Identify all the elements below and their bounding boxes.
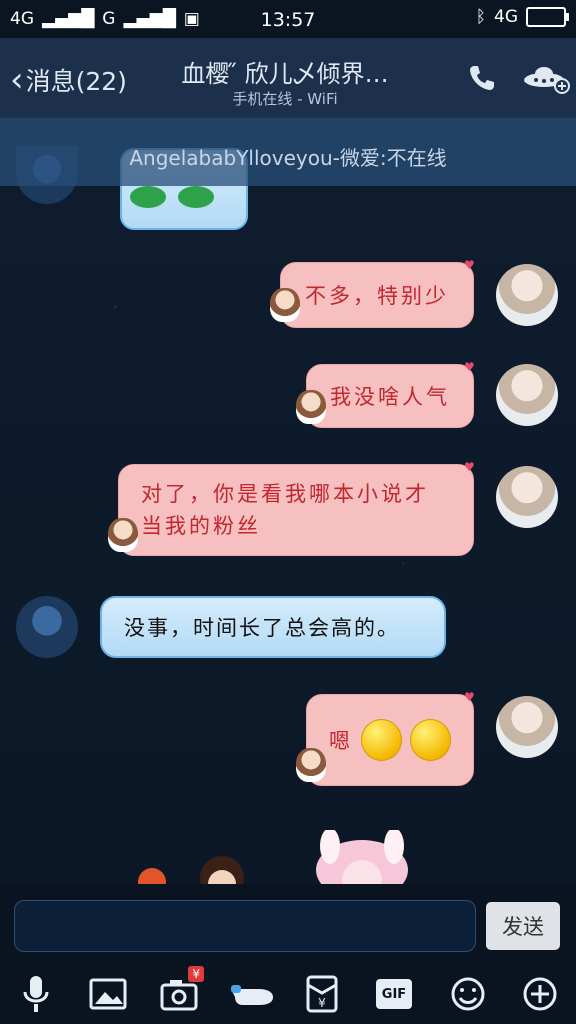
back-button[interactable]: ‹ 消息(22)	[10, 62, 127, 98]
status-banner[interactable]: AngelababYlloveyou-微爱:不在线	[0, 118, 576, 186]
anime-character-decoration	[138, 828, 408, 900]
red-badge: ¥	[188, 966, 204, 982]
self-avatar[interactable]	[496, 466, 558, 528]
send-button[interactable]: 发送	[486, 902, 560, 950]
back-label: 消息(22)	[25, 67, 127, 96]
contact-avatar[interactable]	[16, 596, 78, 658]
message-bubble-sent[interactable]: 嗯	[306, 694, 474, 786]
gif-icon[interactable]: GIF	[372, 972, 416, 1016]
message-bubble-sent[interactable]: 对了，你是看我哪本小说才当我的粉丝	[118, 464, 474, 556]
blush-emoji-icon	[410, 719, 451, 761]
chat-header: ‹ 消息(22) 血樱 ̋ 欣儿乄倾界… 手机在线 - WiFi	[0, 38, 576, 118]
heart-icon: ♥	[464, 360, 475, 374]
message-text: 嗯	[329, 729, 353, 753]
message-text: 不多，特别少	[305, 284, 449, 308]
red-packet-icon[interactable]: ¥	[300, 972, 344, 1016]
clover-sticker	[178, 186, 214, 208]
composer-bar: 发送	[0, 884, 576, 962]
self-avatar[interactable]	[496, 264, 558, 326]
blush-emoji-icon	[361, 719, 402, 761]
finger-icon[interactable]	[228, 972, 278, 1016]
bluetooth-icon: ᛒ	[475, 7, 486, 27]
bubble-girl-decoration	[296, 748, 326, 782]
battery-icon	[526, 7, 569, 27]
camera-icon[interactable]: ¥	[158, 966, 204, 1016]
message-bubble-sent[interactable]: 不多，特别少	[280, 262, 474, 328]
status-right: ᛒ 4G	[475, 7, 569, 27]
input-toolbar: ¥ ¥ GIF	[0, 962, 576, 1024]
message-bubble-received[interactable]: 没事，时间长了总会高的。	[100, 596, 446, 658]
phone-icon[interactable]	[466, 62, 498, 94]
heart-icon: ♥	[464, 690, 475, 704]
ufo-icon[interactable]	[522, 62, 570, 94]
gif-label: GIF	[376, 979, 412, 1009]
chat-subtitle: 手机在线 - WiFi	[232, 90, 338, 108]
bubble-girl-decoration	[270, 288, 300, 322]
plus-icon[interactable]	[518, 972, 562, 1016]
bubble-girl-decoration	[296, 390, 326, 424]
heart-icon: ♥	[464, 460, 475, 474]
mic-icon[interactable]	[14, 972, 58, 1016]
message-text: 对了，你是看我哪本小说才当我的粉丝	[141, 482, 429, 538]
status-bar: 4G ▂▄▆█ G ▂▄▆█ ▣ 13:57 ᛒ 4G	[0, 0, 576, 38]
input-decoration	[0, 828, 576, 900]
chat-title: 血樱 ̋ 欣儿乄倾界…	[181, 60, 389, 88]
message-input[interactable]	[14, 900, 476, 952]
bubble-girl-decoration	[108, 518, 138, 552]
chevron-left-icon: ‹	[10, 60, 24, 100]
network-type-3: 4G	[494, 7, 518, 27]
self-avatar[interactable]	[496, 696, 558, 758]
message-text: 没事，时间长了总会高的。	[124, 616, 400, 640]
clover-sticker	[130, 186, 166, 208]
message-text: 我没啥人气	[330, 385, 450, 409]
image-icon[interactable]	[86, 972, 130, 1016]
self-avatar[interactable]	[496, 364, 558, 426]
message-bubble-sent[interactable]: 我没啥人气	[306, 364, 474, 428]
banner-text: AngelababYlloveyou-微爱:不在线	[129, 146, 447, 170]
heart-icon: ♥	[464, 258, 475, 272]
svg-text:¥: ¥	[318, 996, 326, 1010]
emoji-icon[interactable]	[446, 972, 490, 1016]
